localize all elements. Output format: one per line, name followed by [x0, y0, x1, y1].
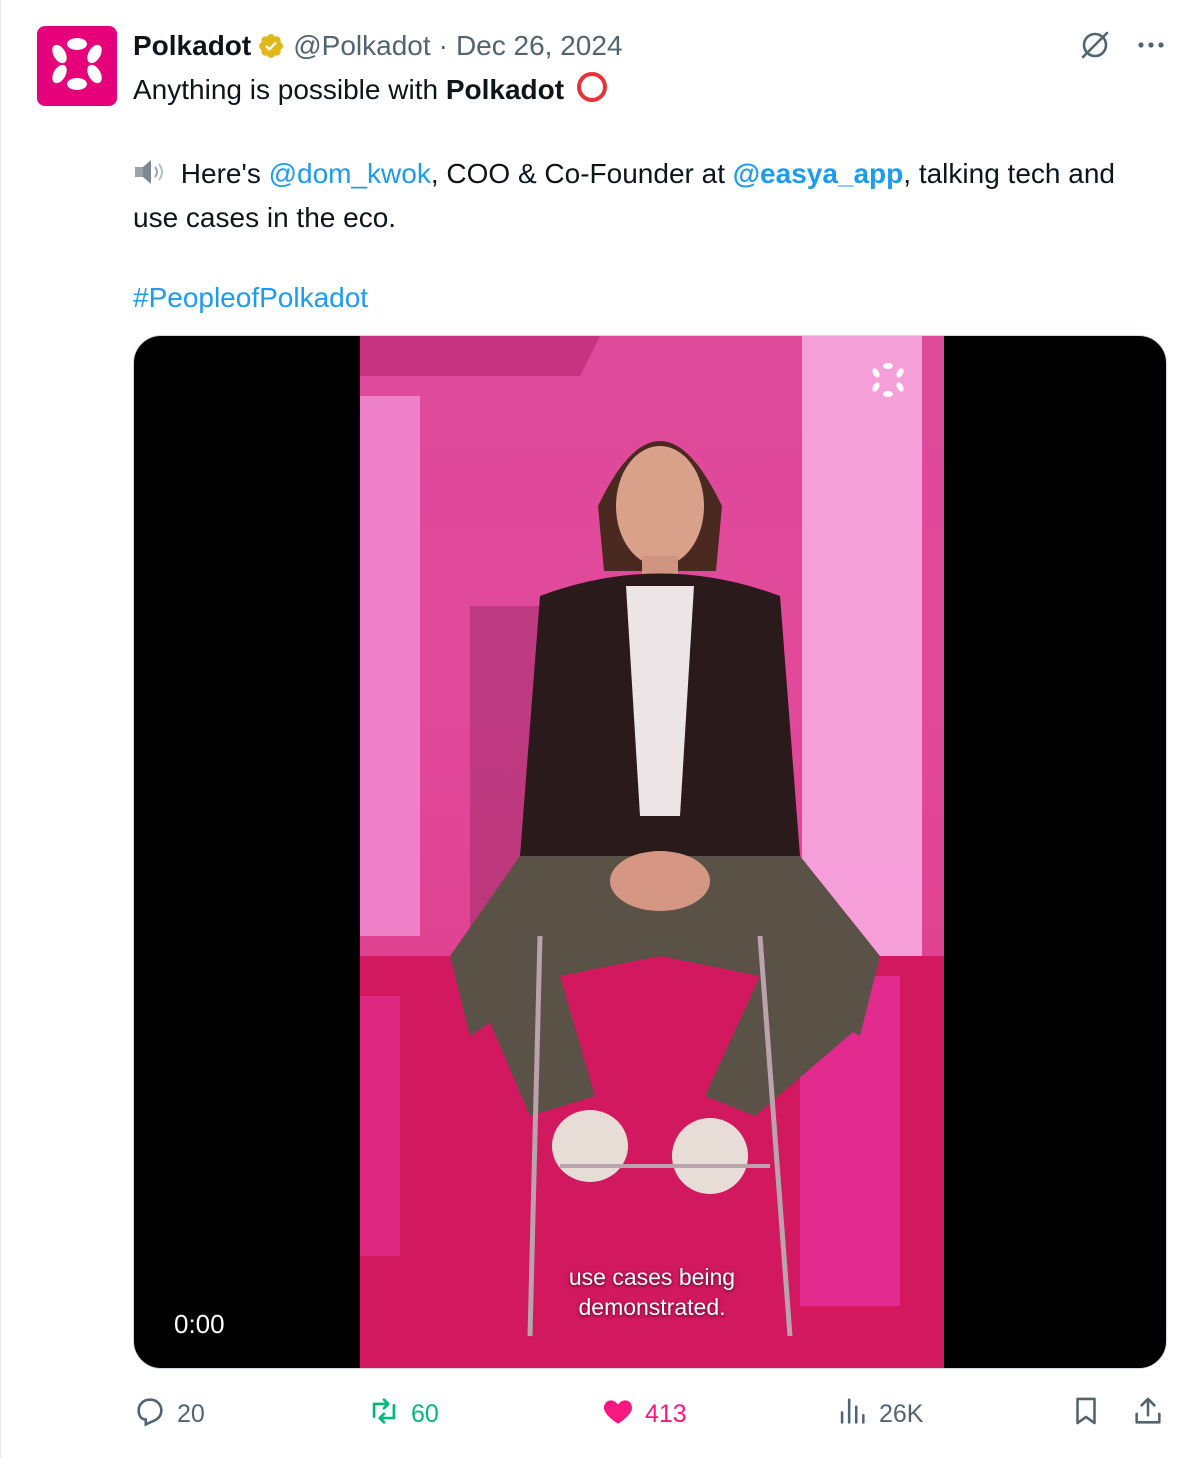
share-button[interactable] — [1131, 1392, 1165, 1436]
polkadot-logo-icon — [49, 36, 105, 97]
post-date[interactable]: Dec 26, 2024 — [456, 30, 623, 62]
like-icon — [601, 1394, 635, 1435]
handle[interactable]: @Polkadot — [293, 30, 430, 62]
red-circle-icon — [576, 71, 608, 114]
top-actions — [1078, 28, 1168, 62]
views-count: 26K — [879, 1399, 924, 1428]
tweet-bold-text: Polkadot — [445, 74, 565, 105]
reply-icon — [133, 1394, 167, 1435]
action-bar: 20 60 413 26K — [133, 1392, 1167, 1436]
avatar[interactable] — [37, 26, 117, 106]
more-icon[interactable] — [1134, 28, 1168, 62]
speaker-icon — [133, 157, 169, 198]
separator-dot: · — [438, 30, 448, 61]
bookmark-button[interactable] — [1069, 1392, 1103, 1436]
tweet-header: Polkadot @Polkadot · Dec 26, 2024 — [133, 28, 623, 64]
hashtag-link[interactable]: #PeopleofPolkadot — [133, 282, 368, 313]
repost-count: 60 — [411, 1399, 439, 1428]
subtitle-line-2: demonstrated. — [578, 1294, 726, 1320]
subtitle-line-1: use cases being — [568, 1264, 736, 1290]
tweet-text-segment: Anything is possible with — [133, 74, 446, 105]
video-frame[interactable]: use cases being demonstrated. — [360, 336, 944, 1368]
tweet-line-2: Here's @dom_kwok, COO & Co-Founder at @e… — [133, 154, 1143, 238]
tweet-line-1: Anything is possible with Polkadot — [133, 70, 1143, 114]
reply-count: 20 — [177, 1399, 205, 1428]
display-name[interactable]: Polkadot — [133, 30, 251, 62]
mention-dom-kwok[interactable]: @dom_kwok — [269, 158, 431, 189]
video-time: 0:00 — [174, 1309, 225, 1339]
mention-easya-app[interactable]: @easya_app — [733, 158, 904, 189]
video-scene — [360, 336, 944, 1368]
share-icon — [1131, 1394, 1165, 1435]
tweet-text-segment: Here's — [173, 158, 269, 189]
repost-icon — [367, 1394, 401, 1435]
tweet-text-segment: , COO & Co-Founder at — [430, 158, 733, 189]
views-icon — [835, 1394, 869, 1435]
reply-button[interactable]: 20 — [133, 1392, 205, 1436]
grok-icon[interactable] — [1078, 28, 1112, 62]
like-count: 413 — [645, 1399, 687, 1428]
video-player[interactable]: use cases being demonstrated. 0:00 — [133, 335, 1167, 1369]
video-subtitle: use cases being demonstrated. — [360, 1262, 944, 1322]
tweet-line-3: #PeopleofPolkadot — [133, 278, 1143, 318]
bookmark-icon — [1069, 1394, 1103, 1435]
tweet-card[interactable]: Polkadot @Polkadot · Dec 26, 2024 Anythi… — [0, 0, 1198, 1458]
tweet-text: Anything is possible with Polkadot Here'… — [133, 70, 1143, 318]
views-button[interactable]: 26K — [835, 1392, 923, 1436]
repost-button[interactable]: 60 — [367, 1392, 439, 1436]
like-button[interactable]: 413 — [601, 1392, 687, 1436]
verified-badge-icon[interactable] — [257, 32, 285, 60]
